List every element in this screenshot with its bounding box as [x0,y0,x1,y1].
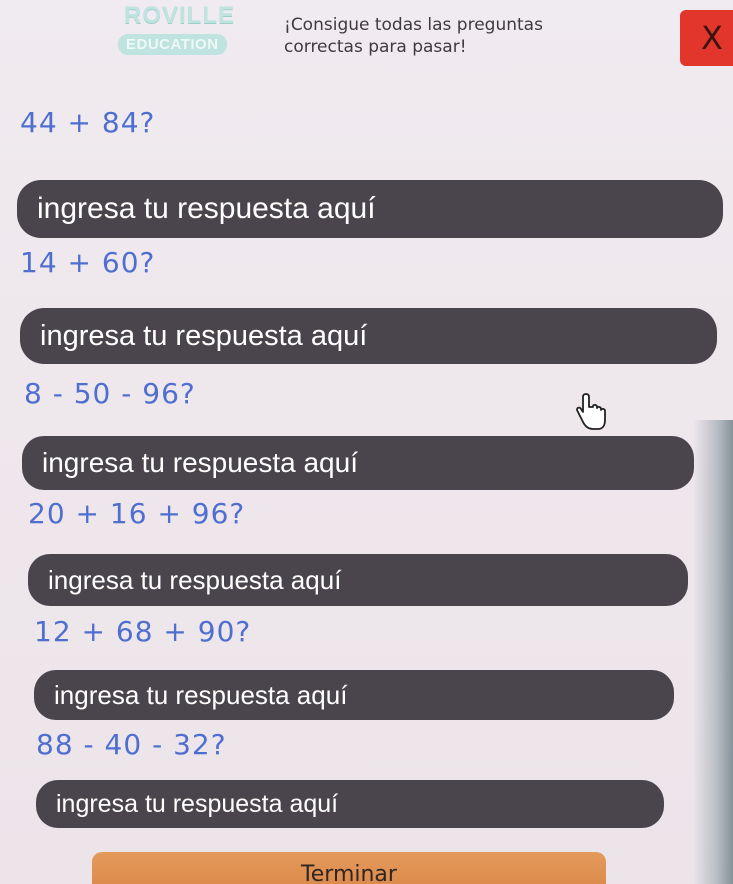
finish-button-label: Terminar [301,862,397,884]
screen-edge [693,420,733,884]
instructions-text: ¡Consigue todas las preguntas correctas … [284,14,664,58]
instructions-line-1: ¡Consigue todas las preguntas [284,15,543,35]
close-icon: X [701,19,723,57]
roville-education-logo: ROVILLE EDUCATION [118,2,268,64]
question-2-text: 14 + 60? [20,246,156,279]
question-4-text: 20 + 16 + 96? [28,497,246,530]
header: ROVILLE EDUCATION ¡Consigue todas las pr… [0,0,733,80]
finish-button[interactable]: Terminar [92,852,606,884]
question-1-text: 44 + 84? [20,106,156,139]
hand-pointer-icon [576,393,606,430]
answer-input-4[interactable] [28,554,688,606]
question-5-text: 12 + 68 + 90? [34,615,252,648]
logo-title: ROVILLE [124,2,236,29]
question-3-text: 8 - 50 - 96? [24,377,196,410]
answer-input-2[interactable] [20,308,717,364]
quiz-screen: ROVILLE EDUCATION ¡Consigue todas las pr… [0,0,733,884]
answer-input-1[interactable] [17,180,723,238]
answer-input-5[interactable] [34,670,674,720]
question-6-text: 88 - 40 - 32? [36,728,227,761]
logo-subtitle: EDUCATION [118,34,227,55]
close-button[interactable]: X [680,10,733,66]
instructions-line-2: correctas para pasar! [284,37,467,57]
answer-input-6[interactable] [36,780,664,828]
answer-input-3[interactable] [22,436,694,490]
